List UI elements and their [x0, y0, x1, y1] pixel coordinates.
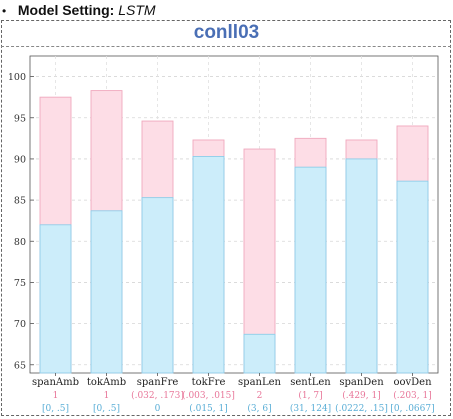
category-label: spanLen [238, 377, 281, 388]
y-tick-label: 80 [14, 237, 26, 248]
y-tick-label: 95 [14, 113, 26, 124]
category-label: tokFre [192, 377, 226, 388]
y-tick-label: 70 [14, 319, 26, 330]
bucket-label-bottom: [0, .0667] [390, 404, 434, 414]
y-tick-label: 85 [14, 196, 26, 207]
category-label: tokAmb [87, 377, 126, 388]
y-tick-label: 100 [8, 72, 26, 83]
bucket-label-bottom: (.015, 1] [189, 403, 228, 414]
bar-lower-tokAmb [90, 210, 123, 374]
bucket-label-top: (.203, 1] [393, 390, 432, 401]
bucket-label-top: (.429, 1] [342, 390, 381, 401]
bucket-label-bottom: 0 [155, 404, 161, 414]
bar-lower-tokFre [192, 156, 225, 374]
y-tick-label: 75 [14, 278, 26, 289]
bar-lower-sentLen [294, 166, 327, 374]
bucket-label-top: (1, 7] [298, 390, 322, 401]
bucket-label-top: 1 [104, 391, 110, 401]
bar-lower-spanFre [141, 197, 174, 374]
y-tick-label: 65 [14, 360, 26, 371]
bar-lower-spanLen [243, 333, 276, 374]
bucket-label-bottom: (3, 6] [247, 403, 271, 414]
bar-lower-oovDen [396, 180, 429, 374]
bucket-label-bottom: (31, 124] [290, 403, 331, 414]
y-tick-label: 90 [14, 154, 26, 165]
category-label: spanAmb [32, 377, 79, 388]
category-label: spanDen [339, 377, 384, 388]
bucket-label-top: 1 [53, 391, 59, 401]
category-label: oovDen [393, 377, 432, 388]
bar-chart: 65 70 75 80 85 90 95 100 spanAmb 1 [0, .5] tokAmb 1 [… [8, 55, 439, 414]
category-label: sentLen [290, 377, 331, 388]
bucket-label-bottom: (.0222, .15] [335, 403, 388, 414]
bucket-label-bottom: [0, .5] [93, 404, 120, 414]
bar-lower-spanDen [345, 158, 378, 374]
bucket-label-bottom: [0, .5] [42, 404, 69, 414]
category-label: spanFre [137, 377, 179, 388]
bar-lower-spanAmb [39, 224, 72, 374]
bucket-label-top: (.032, .173] [131, 390, 184, 401]
bucket-label-top: (.003, .015] [182, 390, 235, 401]
bucket-label-top: 2 [257, 391, 263, 401]
